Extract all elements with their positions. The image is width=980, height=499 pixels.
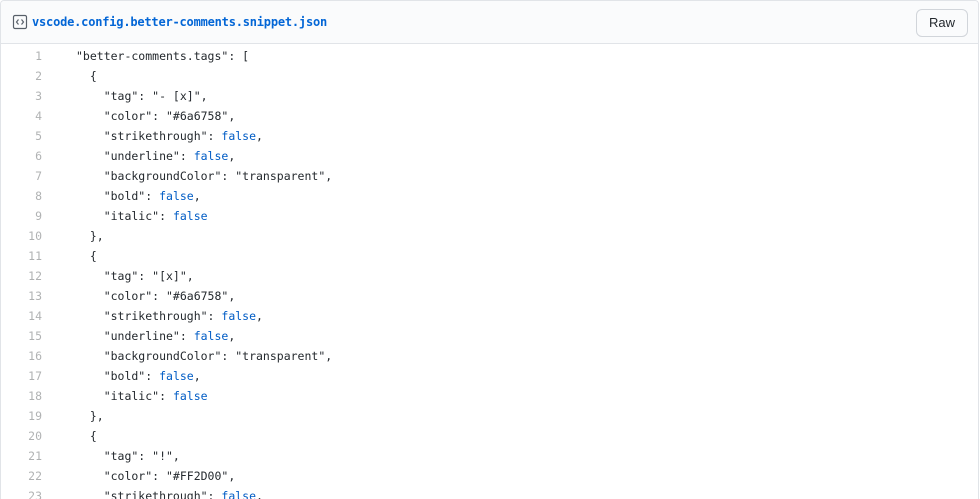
line-number[interactable]: 8 — [1, 186, 42, 206]
code-line: 20 { — [1, 426, 978, 446]
line-number[interactable]: 2 — [1, 66, 42, 86]
line-content: "tag": "!", — [76, 449, 180, 463]
keyword-token: false — [221, 309, 257, 323]
line-number[interactable]: 14 — [1, 306, 42, 326]
line-content: "italic": false — [76, 389, 208, 403]
line-number[interactable]: 19 — [1, 406, 42, 426]
code-line: 2 { — [1, 66, 978, 86]
code-line: 4 "color": "#6a6758", — [1, 106, 978, 126]
line-content: { — [76, 69, 97, 83]
line-number[interactable]: 16 — [1, 346, 42, 366]
file-header: vscode.config.better-comments.snippet.js… — [1, 1, 978, 44]
code-line: 12 "tag": "[x]", — [1, 266, 978, 286]
code-line: 1 "better-comments.tags": [ — [1, 46, 978, 66]
line-content: "better-comments.tags": [ — [76, 49, 250, 63]
file-name-link[interactable]: vscode.config.better-comments.snippet.js… — [32, 15, 327, 29]
code-line: 8 "bold": false, — [1, 186, 978, 206]
keyword-token: false — [172, 389, 208, 403]
code-line: 21 "tag": "!", — [1, 446, 978, 466]
line-number[interactable]: 22 — [1, 466, 42, 486]
keyword-token: false — [159, 369, 194, 383]
code-line: 3 "tag": "- [x]", — [1, 86, 978, 106]
code-file-icon — [12, 14, 28, 30]
line-number[interactable]: 18 — [1, 386, 42, 406]
code-line: 15 "underline": false, — [1, 326, 978, 346]
code-line: 11 { — [1, 246, 978, 266]
line-content: "tag": "- [x]", — [76, 89, 208, 103]
code-line: 17 "bold": false, — [1, 366, 978, 386]
line-content: { — [76, 429, 97, 443]
line-number[interactable]: 9 — [1, 206, 42, 226]
line-number[interactable]: 13 — [1, 286, 42, 306]
code-line: 22 "color": "#FF2D00", — [1, 466, 978, 486]
line-number[interactable]: 4 — [1, 106, 42, 126]
raw-button[interactable]: Raw — [915, 9, 968, 37]
code-line: 18 "italic": false — [1, 386, 978, 406]
line-number[interactable]: 5 — [1, 126, 42, 146]
code-line: 19 }, — [1, 406, 978, 426]
line-number[interactable]: 11 — [1, 246, 42, 266]
line-number[interactable]: 6 — [1, 146, 42, 166]
line-content: }, — [76, 229, 104, 243]
line-content: }, — [76, 409, 104, 423]
line-number[interactable]: 20 — [1, 426, 42, 446]
code-line: 6 "underline": false, — [1, 146, 978, 166]
line-content: "underline": false, — [76, 329, 236, 343]
line-content: "tag": "[x]", — [76, 269, 194, 283]
code-line: 16 "backgroundColor": "transparent", — [1, 346, 978, 366]
code-view: 1 "better-comments.tags": [ 2 {3 "tag": "-… — [1, 46, 978, 499]
code-line: 7 "backgroundColor": "transparent", — [1, 166, 978, 186]
line-content: "bold": false, — [76, 369, 201, 383]
code-line: 9 "italic": false — [1, 206, 978, 226]
line-number[interactable]: 3 — [1, 86, 42, 106]
line-number[interactable]: 12 — [1, 266, 42, 286]
line-content: "backgroundColor": "transparent", — [76, 349, 333, 363]
code-line: 5 "strikethrough": false, — [1, 126, 978, 146]
line-content: "strikethrough": false, — [76, 486, 263, 499]
code-line: 10 }, — [1, 226, 978, 246]
line-content: { — [76, 249, 97, 263]
line-content: "backgroundColor": "transparent", — [76, 169, 333, 183]
gist-file: vscode.config.better-comments.snippet.js… — [0, 0, 979, 499]
line-content: "strikethrough": false, — [76, 309, 263, 323]
line-content: "bold": false, — [76, 189, 201, 203]
code-line: 23 "strikethrough": false, — [1, 486, 978, 499]
keyword-token: false — [193, 329, 229, 343]
line-number[interactable]: 15 — [1, 326, 42, 346]
line-content: "italic": false — [76, 209, 208, 223]
keyword-token: false — [172, 209, 208, 223]
keyword-token: false — [193, 149, 229, 163]
line-number[interactable]: 23 — [1, 486, 42, 499]
line-number[interactable]: 10 — [1, 226, 42, 246]
line-number[interactable]: 17 — [1, 366, 42, 386]
line-content: "color": "#6a6758", — [76, 109, 236, 123]
keyword-token: false — [159, 189, 194, 203]
line-number[interactable]: 1 — [1, 46, 42, 66]
keyword-token: false — [221, 489, 257, 499]
line-content: "strikethrough": false, — [76, 129, 263, 143]
line-number[interactable]: 21 — [1, 446, 42, 466]
keyword-token: false — [221, 129, 257, 143]
code-line: 14 "strikethrough": false, — [1, 306, 978, 326]
code-line: 13 "color": "#6a6758", — [1, 286, 978, 306]
line-content: "color": "#FF2D00", — [76, 469, 236, 483]
line-number[interactable]: 7 — [1, 166, 42, 186]
line-content: "underline": false, — [76, 149, 236, 163]
line-content: "color": "#6a6758", — [76, 289, 236, 303]
